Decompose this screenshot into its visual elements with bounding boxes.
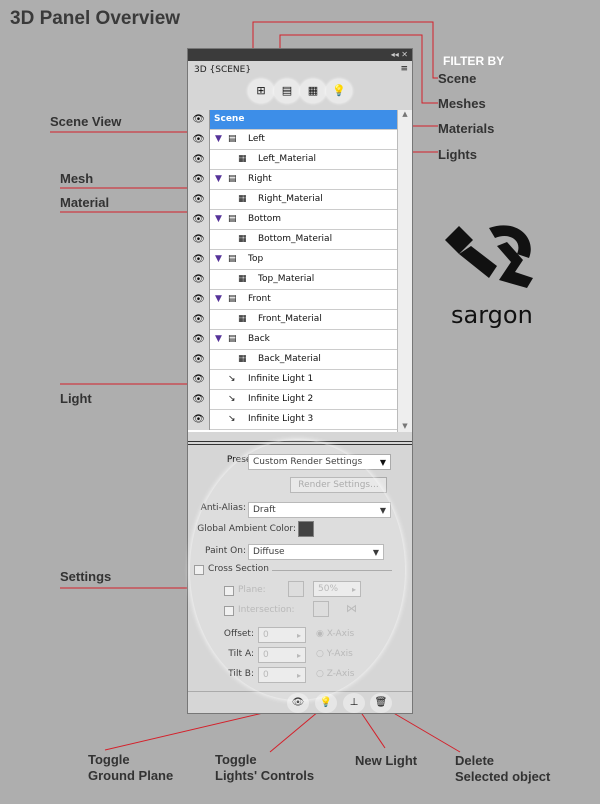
- tree-row-material[interactable]: 👁 ▦ Bottom_Material: [188, 230, 398, 250]
- row-label: Right_Material: [258, 194, 323, 204]
- material-icon: ▦: [238, 354, 247, 364]
- panel-titlebar[interactable]: ◂◂ ✕: [188, 49, 412, 61]
- meshes-annotation: Meshes: [438, 96, 486, 111]
- tree-row-light[interactable]: 👁 ↘ Infinite Light 1: [188, 370, 398, 390]
- new-light-annotation: New Light: [355, 753, 418, 768]
- expand-triangle-icon[interactable]: ▼: [215, 134, 222, 144]
- new-light-line: [357, 707, 386, 749]
- visibility-eye-icon[interactable]: 👁: [188, 410, 210, 430]
- tree-row-mesh[interactable]: 👁 ▼ ▤ Left: [188, 130, 398, 150]
- tree-row-material[interactable]: 👁 ▦ Front_Material: [188, 310, 398, 330]
- visibility-eye-icon[interactable]: 👁: [188, 350, 210, 370]
- meshes-filter-icon[interactable]: ▤: [274, 79, 300, 103]
- mesh-icon: ▤: [228, 334, 237, 344]
- panel-tab-title[interactable]: 3D {SCENE}: [194, 65, 251, 75]
- scene-tree-list: 👁 Scene 👁 ▼ ▤ Left 👁 ▦ Left_Material 👁 ▼ ▤ Right 👁 ▦ Ri…: [188, 110, 412, 432]
- light-icon: ↘: [228, 414, 236, 424]
- panel-menu-icon[interactable]: ≡: [400, 64, 408, 74]
- visibility-eye-icon[interactable]: 👁: [188, 110, 210, 130]
- visibility-eye-icon[interactable]: 👁: [188, 210, 210, 230]
- delete-line: [384, 707, 461, 753]
- toggle-ground-plane-annotation: Toggle Ground Plane: [88, 752, 174, 783]
- toggle-lights-annotation: Toggle Lights' Controls: [215, 752, 315, 783]
- visibility-eye-icon[interactable]: 👁: [188, 130, 210, 150]
- sargon-logo-mark: [445, 225, 533, 288]
- materials-filter-icon[interactable]: ▦: [300, 79, 326, 103]
- expand-triangle-icon[interactable]: ▼: [215, 214, 222, 224]
- material-icon: ▦: [238, 234, 247, 244]
- row-label: Infinite Light 3: [248, 414, 314, 424]
- material-annotation: Material: [60, 195, 110, 210]
- row-label: Bottom: [248, 214, 282, 224]
- row-label: Infinite Light 2: [248, 394, 314, 404]
- scene-annotation: Scene: [438, 71, 477, 86]
- visibility-eye-icon[interactable]: 👁: [188, 250, 210, 270]
- filter-by-heading: FILTER BY: [443, 54, 505, 68]
- expand-triangle-icon[interactable]: ▼: [215, 294, 222, 304]
- mesh-icon: ▤: [228, 294, 237, 304]
- materials-annotation: Materials: [438, 121, 495, 136]
- visibility-eye-icon[interactable]: 👁: [188, 290, 210, 310]
- delete-annotation: Delete Selected object: [455, 753, 551, 784]
- row-label: Scene: [214, 114, 245, 124]
- material-icon: ▦: [238, 314, 247, 324]
- row-label: Right: [248, 174, 272, 184]
- tree-row-mesh[interactable]: 👁 ▼ ▤ Right: [188, 170, 398, 190]
- visibility-eye-icon[interactable]: 👁: [188, 190, 210, 210]
- list-scrollbar[interactable]: ▲ ▼: [397, 110, 412, 432]
- mesh-icon: ▤: [228, 174, 237, 184]
- expand-triangle-icon[interactable]: ▼: [215, 174, 222, 184]
- material-icon: ▦: [238, 274, 247, 284]
- tree-row-scene[interactable]: 👁 Scene: [188, 110, 398, 130]
- visibility-eye-icon[interactable]: 👁: [188, 330, 210, 350]
- expand-triangle-icon[interactable]: ▼: [215, 334, 222, 344]
- row-label: Top: [248, 254, 264, 264]
- settings-magnifier-highlight: [190, 440, 405, 700]
- row-label: Front_Material: [258, 314, 322, 324]
- row-label: Bottom_Material: [258, 234, 333, 244]
- mesh-icon: ▤: [228, 134, 237, 144]
- row-label: Left_Material: [258, 154, 316, 164]
- tree-row-mesh[interactable]: 👁 ▼ ▤ Front: [188, 290, 398, 310]
- tree-row-light[interactable]: 👁 ↘ Infinite Light 3: [188, 410, 398, 430]
- tree-row-mesh[interactable]: 👁 ▼ ▤ Back: [188, 330, 398, 350]
- visibility-eye-icon[interactable]: 👁: [188, 230, 210, 250]
- new-light-button[interactable]: ⊥: [343, 693, 365, 713]
- lights-annotation: Lights: [438, 147, 477, 162]
- mesh-annotation: Mesh: [60, 171, 94, 186]
- visibility-eye-icon[interactable]: 👁: [188, 390, 210, 410]
- tree-row-material[interactable]: 👁 ▦ Top_Material: [188, 270, 398, 290]
- material-icon: ▦: [238, 154, 247, 164]
- tree-row-material[interactable]: 👁 ▦ Back_Material: [188, 350, 398, 370]
- delete-button[interactable]: 🗑: [370, 693, 392, 713]
- tree-row-light[interactable]: 👁 ↘ Infinite Light 2: [188, 390, 398, 410]
- visibility-eye-icon[interactable]: 👁: [188, 170, 210, 190]
- visibility-eye-icon[interactable]: 👁: [188, 270, 210, 290]
- scene-filter-icon[interactable]: ⊞: [248, 79, 274, 103]
- mesh-icon: ▤: [228, 254, 237, 264]
- visibility-eye-icon[interactable]: 👁: [188, 150, 210, 170]
- tree-row-mesh[interactable]: 👁 ▼ ▤ Top: [188, 250, 398, 270]
- row-label: Back: [248, 334, 270, 344]
- tree-row-mesh[interactable]: 👁 ▼ ▤ Bottom: [188, 210, 398, 230]
- row-label: Front: [248, 294, 271, 304]
- tree-row-material[interactable]: 👁 ▦ Left_Material: [188, 150, 398, 170]
- row-label: Back_Material: [258, 354, 321, 364]
- row-label: Top_Material: [258, 274, 315, 284]
- light-icon: ↘: [228, 374, 236, 384]
- light-annotation: Light: [60, 391, 92, 406]
- lights-filter-icon[interactable]: 💡: [326, 79, 352, 103]
- sargon-logo: sargon: [437, 218, 549, 329]
- material-icon: ▦: [238, 194, 247, 204]
- mesh-icon: ▤: [228, 214, 237, 224]
- scene-view-annotation: Scene View: [50, 114, 122, 129]
- tree-row-material[interactable]: 👁 ▦ Right_Material: [188, 190, 398, 210]
- light-icon: ↘: [228, 394, 236, 404]
- expand-triangle-icon[interactable]: ▼: [215, 254, 222, 264]
- visibility-eye-icon[interactable]: 👁: [188, 310, 210, 330]
- row-label: Left: [248, 134, 265, 144]
- visibility-eye-icon[interactable]: 👁: [188, 370, 210, 390]
- settings-annotation: Settings: [60, 569, 112, 584]
- row-label: Infinite Light 1: [248, 374, 314, 384]
